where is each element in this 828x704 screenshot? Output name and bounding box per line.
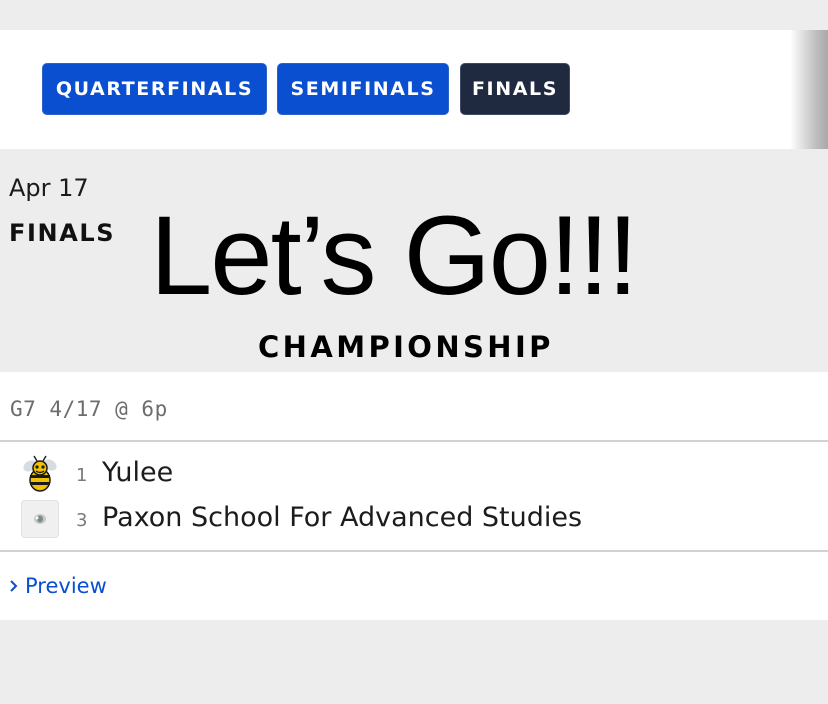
- tab-quarterfinals[interactable]: QUARTERFINALS: [42, 63, 267, 115]
- game-card[interactable]: G7 4/17 @ 6p 1 Yulee 3 Paxon School For …: [0, 372, 828, 620]
- preview-label[interactable]: Preview: [25, 574, 107, 598]
- tab-finals[interactable]: FINALS: [460, 63, 570, 115]
- game-meta: G7 4/17 @ 6p: [10, 397, 168, 421]
- round-date: Apr 17: [9, 174, 89, 202]
- team-name[interactable]: Paxon School For Advanced Studies: [102, 502, 582, 533]
- yellow-jacket-icon: [21, 455, 59, 493]
- school-logo-icon: [21, 500, 59, 538]
- round-subtitle: CHAMPIONSHIP: [258, 330, 554, 364]
- round-tabs-bar: QUARTERFINALS SEMIFINALS FINALS: [0, 30, 828, 149]
- chevron-right-icon: [9, 574, 19, 598]
- tab-semifinals[interactable]: SEMIFINALS: [277, 63, 449, 115]
- team-row[interactable]: 3 Paxon School For Advanced Studies: [0, 498, 828, 540]
- scroll-fade-edge: [790, 30, 828, 149]
- preview-link[interactable]: Preview: [9, 574, 107, 598]
- divider: [0, 440, 828, 442]
- overlay-headline: Let’s Go!!!: [150, 193, 638, 318]
- divider: [0, 550, 828, 552]
- team-seed: 3: [76, 510, 88, 531]
- team-name[interactable]: Yulee: [102, 457, 173, 488]
- round-title: FINALS: [9, 219, 116, 247]
- team-row[interactable]: 1 Yulee: [0, 453, 828, 495]
- team-seed: 1: [76, 465, 88, 486]
